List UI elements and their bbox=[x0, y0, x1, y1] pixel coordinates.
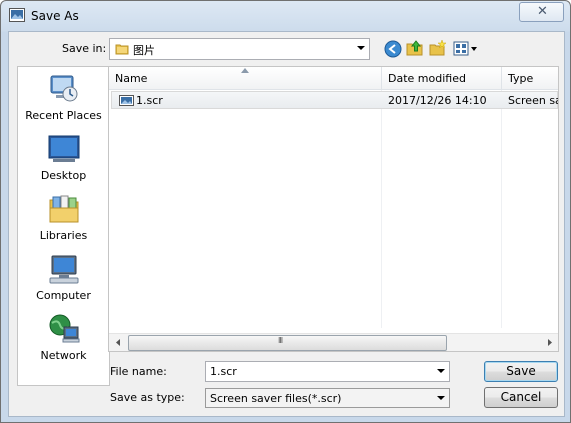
place-recent-places[interactable]: Recent Places bbox=[18, 73, 109, 131]
screensaver-file-icon bbox=[119, 95, 134, 106]
place-label: Computer bbox=[36, 289, 91, 302]
save-as-dialog: Save As ✕ Save in: 图片 Recent Places Desk… bbox=[0, 0, 571, 423]
column-header-label: Name bbox=[115, 72, 148, 85]
save-in-combo[interactable]: 图片 bbox=[109, 38, 370, 60]
column-header-date[interactable]: Date modified bbox=[382, 67, 502, 89]
view-menu-icon[interactable] bbox=[453, 41, 479, 57]
recent-places-icon bbox=[50, 75, 78, 102]
back-icon[interactable] bbox=[384, 40, 402, 58]
chevron-down-icon[interactable] bbox=[437, 369, 445, 373]
libraries-icon bbox=[49, 195, 79, 223]
scroll-right-icon[interactable] bbox=[541, 334, 558, 351]
cancel-button[interactable]: Cancel bbox=[484, 387, 558, 408]
place-label: Desktop bbox=[40, 169, 87, 182]
close-button[interactable]: ✕ bbox=[519, 2, 564, 22]
folder-icon bbox=[115, 44, 129, 55]
column-divider bbox=[501, 90, 502, 328]
place-label: Libraries bbox=[39, 229, 88, 242]
places-bar: Recent Places Desktop Libraries Computer… bbox=[17, 66, 110, 386]
horizontal-scrollbar[interactable]: III bbox=[109, 333, 558, 351]
dialog-body: Save in: 图片 Recent Places Desktop Librar… bbox=[8, 31, 565, 417]
sort-ascending-icon bbox=[241, 68, 249, 73]
scrollbar-grip: III bbox=[278, 336, 283, 345]
place-libraries[interactable]: Libraries bbox=[18, 193, 109, 251]
save-in-label: Save in: bbox=[62, 42, 107, 55]
file-list[interactable]: Name Date modified Type 1.scr 2017/12/26… bbox=[108, 66, 559, 352]
save-as-type-label: Save as type: bbox=[110, 391, 185, 404]
place-desktop[interactable]: Desktop bbox=[18, 133, 109, 191]
save-as-window-icon bbox=[9, 8, 25, 22]
scroll-left-icon[interactable] bbox=[110, 334, 127, 351]
file-name-label: File name: bbox=[110, 365, 167, 378]
file-type-cell: Screen saver bbox=[508, 94, 558, 107]
network-icon bbox=[49, 314, 80, 343]
column-header-type[interactable]: Type bbox=[502, 67, 558, 89]
save-button[interactable]: Save bbox=[484, 361, 558, 382]
file-name-value: 1.scr bbox=[210, 365, 237, 378]
computer-icon bbox=[49, 255, 79, 284]
window-title: Save As bbox=[31, 9, 79, 23]
place-label: Recent Places bbox=[25, 109, 102, 122]
save-in-value: 图片 bbox=[133, 44, 155, 57]
desktop-icon bbox=[48, 135, 80, 162]
column-header-label: Date modified bbox=[388, 72, 466, 85]
place-label: Network bbox=[40, 349, 87, 362]
header-divider bbox=[109, 89, 558, 90]
file-date-cell: 2017/12/26 14:10 bbox=[388, 94, 487, 107]
place-network[interactable]: Network bbox=[18, 313, 109, 371]
chevron-down-icon[interactable] bbox=[437, 396, 445, 400]
file-row[interactable]: 1.scr 2017/12/26 14:10 Screen saver bbox=[111, 91, 558, 109]
place-computer[interactable]: Computer bbox=[18, 253, 109, 311]
column-header-name[interactable]: Name bbox=[109, 67, 382, 89]
save-as-type-select[interactable]: Screen saver files(*.scr) bbox=[205, 388, 450, 408]
close-icon: ✕ bbox=[537, 4, 548, 19]
scrollbar-thumb[interactable]: III bbox=[128, 335, 447, 351]
file-name-input[interactable]: 1.scr bbox=[205, 361, 450, 382]
file-name-cell: 1.scr bbox=[136, 94, 163, 107]
title-bar[interactable]: Save As ✕ bbox=[1, 1, 570, 31]
save-as-type-value: Screen saver files(*.scr) bbox=[210, 392, 342, 405]
up-folder-icon[interactable] bbox=[406, 39, 424, 57]
new-folder-icon[interactable] bbox=[429, 39, 447, 57]
chevron-down-icon[interactable] bbox=[357, 46, 365, 50]
column-divider bbox=[381, 90, 382, 328]
column-header-label: Type bbox=[508, 72, 534, 85]
